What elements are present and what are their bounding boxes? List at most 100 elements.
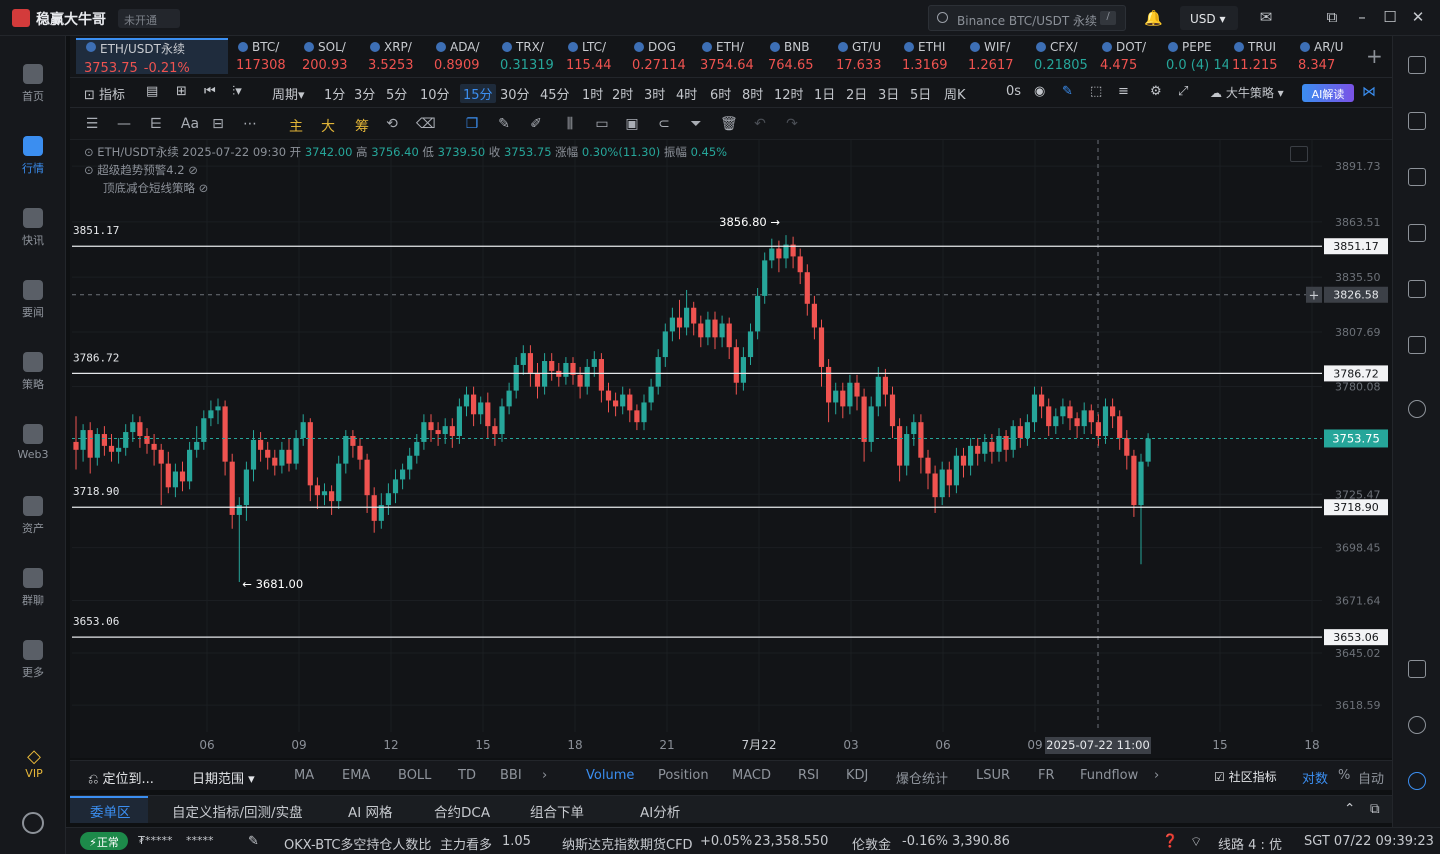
main-indicator-4[interactable]: BBI [500, 768, 522, 783]
nav-home[interactable]: 首页 [0, 64, 66, 104]
main-indicator-2[interactable]: BOLL [398, 768, 431, 783]
ai-interpret-button[interactable]: AI解读 [1302, 84, 1354, 102]
share-icon[interactable]: ⋈ [1362, 84, 1376, 100]
candlestick-chart[interactable]: 3891.733863.513835.503807.693780.083725.… [70, 140, 1392, 758]
popout-icon[interactable]: ⧉ [1322, 8, 1342, 28]
date-range-select[interactable]: 日期范围 ▾ [192, 768, 255, 787]
period-select[interactable]: 周期▾ [272, 84, 305, 103]
timeframe-18[interactable]: 周K [944, 84, 966, 103]
indicator-legend-2[interactable]: 顶底减仓短线策略 ⊘ [84, 180, 208, 196]
layout-grid-icon[interactable]: ⊞ [176, 84, 187, 99]
clipboard-icon[interactable]: ▭ [594, 116, 610, 132]
timeframe-13[interactable]: 12时 [774, 84, 804, 103]
price-axis[interactable] [1322, 140, 1392, 758]
eye-off-icon[interactable]: ⊘ [188, 163, 198, 177]
ticker-3[interactable]: XRP/3.5253 [368, 40, 430, 76]
chevron-down-icon[interactable]: ⊙ [84, 163, 97, 177]
edit-pencil-icon[interactable]: ✎ [248, 834, 259, 849]
indicator-button[interactable]: ⊡ 指标 [84, 84, 125, 103]
ticker-2[interactable]: SOL/200.93 [302, 40, 364, 76]
filter-icon[interactable]: ⏷ [688, 116, 704, 132]
ticker-13[interactable]: CFX/0.21805 [1034, 40, 1096, 76]
timeframe-2[interactable]: 5分 [386, 84, 407, 103]
ticker-17[interactable]: AR/U 8.347 [1298, 40, 1360, 76]
price-chart-panel[interactable]: 3891.73 3863.51 3835.50 3807.69 3780.08 3725.… [70, 140, 1392, 758]
connection-line[interactable]: 线路 4 : 优 [1218, 834, 1282, 853]
time-axis[interactable] [70, 732, 1392, 758]
assistant-icon[interactable] [1408, 772, 1426, 790]
timeframe-8[interactable]: 2时 [612, 84, 633, 103]
text-tool-icon[interactable]: Aa [178, 116, 202, 132]
ruler-icon[interactable]: ⊟ [210, 116, 226, 132]
nav-headlines[interactable]: 要闻 [0, 280, 66, 320]
timeframe-6[interactable]: 45分 [540, 84, 570, 103]
ticker-8[interactable]: ETH/3754.64 [700, 40, 762, 76]
ticker-15[interactable]: PEPE 0.0 (4) 14 [1166, 40, 1228, 76]
card-icon[interactable] [1408, 336, 1426, 354]
sub-indicator-3[interactable]: RSI [798, 768, 819, 783]
ticker-9[interactable]: BNB 764.65 [768, 40, 830, 76]
undo-icon[interactable]: ↶ [752, 116, 768, 132]
timeframe-0[interactable]: 1分 [324, 84, 345, 103]
calendar-icon[interactable]: ▤ [146, 84, 158, 99]
sub-indicator-7[interactable]: FR [1038, 768, 1055, 783]
trend-lines-icon[interactable]: ⋿ [148, 116, 164, 132]
trend-icon[interactable] [1408, 224, 1426, 242]
sub-indicator-6[interactable]: LSUR [976, 768, 1010, 783]
timeframe-15[interactable]: 2日 [846, 84, 867, 103]
main-indicator-0[interactable]: MA [294, 768, 314, 783]
order-tab-2[interactable]: AI 网格 [348, 801, 393, 821]
ticker-4[interactable]: ADA/0.8909 [434, 40, 496, 76]
help-icon[interactable]: ❓ [1162, 834, 1178, 849]
ticker-16[interactable]: TRUI 11.215 [1232, 40, 1294, 76]
list-icon[interactable] [1408, 56, 1426, 74]
fullscreen-icon[interactable]: ⤢ [1178, 84, 1188, 99]
redo-icon[interactable]: ↷ [784, 116, 800, 132]
chevron-up-icon[interactable]: ⌃ [1344, 801, 1355, 817]
brush-icon[interactable]: ✎ [496, 116, 512, 132]
ticker-nasdaq-name[interactable]: 纳斯达克指数期货CFD [562, 834, 693, 853]
sub-indicator-8[interactable]: Fundflow [1080, 768, 1138, 783]
nav-news-flash[interactable]: 快讯 [0, 208, 66, 248]
ticker-okx-ratio-name[interactable]: OKX-BTC多空持仓人数比 [284, 834, 431, 853]
auto-scale-toggle[interactable]: 自动 [1358, 768, 1384, 787]
close-icon[interactable]: ✕ [1408, 8, 1428, 28]
timeframe-9[interactable]: 3时 [644, 84, 665, 103]
big-toggle[interactable]: 大 [320, 116, 336, 135]
strategy-select[interactable]: ☁ 大牛策略 ▾ [1210, 84, 1284, 101]
ticker-1[interactable]: BTC/117308 [236, 40, 298, 76]
timeframe-4[interactable]: 15分 [460, 84, 496, 103]
mail-icon[interactable]: ✉ [1256, 8, 1276, 28]
settings-icon[interactable] [22, 812, 44, 834]
log-scale-toggle[interactable]: 对数 [1302, 768, 1328, 787]
nav-more[interactable]: 更多 [0, 640, 66, 680]
timeframe-7[interactable]: 1时 [582, 84, 603, 103]
vip-button[interactable]: ◇ VIP [14, 746, 54, 780]
refresh-icon[interactable] [1408, 400, 1426, 418]
timeframe-1[interactable]: 3分 [354, 84, 375, 103]
ticker-10[interactable]: GT/U 17.633 [836, 40, 898, 76]
edit-box-icon[interactable]: ▣ [624, 116, 640, 132]
timeframe-14[interactable]: 1日 [814, 84, 835, 103]
pencil-icon[interactable]: ✐ [528, 116, 544, 132]
candle-type-icon[interactable]: ⫶▾ [232, 84, 242, 99]
copy-icon[interactable]: ❐ [464, 116, 480, 132]
more-icon[interactable]: ⋯ [242, 116, 258, 132]
chip-toggle[interactable]: 筹 [354, 116, 370, 135]
ticker-12[interactable]: WIF/1.2617 [968, 40, 1030, 76]
nav-assets[interactable]: 资产 [0, 496, 66, 536]
sub-indicator-2[interactable]: MACD [732, 768, 771, 783]
horizontal-line-icon[interactable]: — [116, 116, 132, 132]
minimize-icon[interactable]: – [1352, 8, 1372, 28]
indicator-legend-1[interactable]: ⊙ 超级趋势预警4.2 ⊘ [84, 162, 198, 178]
chart-layout-icon[interactable] [1290, 146, 1308, 162]
monitor-icon[interactable] [1408, 280, 1426, 298]
sub-indicator-5[interactable]: 爆仓统计 [896, 768, 948, 787]
percent-scale-toggle[interactable]: % [1338, 768, 1350, 783]
main-indicator-3[interactable]: TD [458, 768, 476, 783]
chevron-right-icon[interactable]: › [542, 768, 547, 783]
nav-strategy[interactable]: 策略 [0, 352, 66, 392]
order-tab-1[interactable]: 自定义指标/回测/实盘 [172, 801, 303, 821]
magnet-icon[interactable]: ⊂ [656, 116, 672, 132]
ticker-gold-name[interactable]: 伦敦金 [852, 834, 891, 853]
